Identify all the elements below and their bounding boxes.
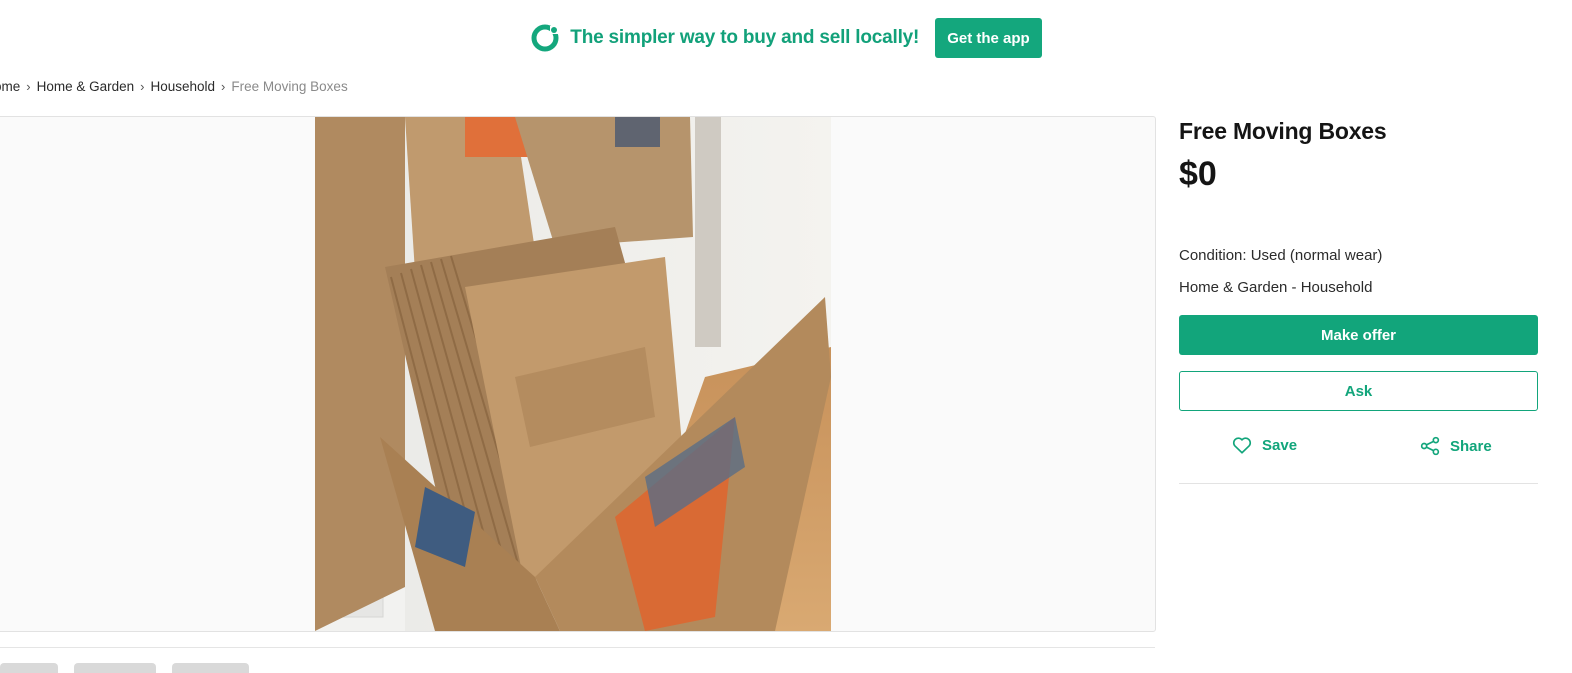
save-button[interactable]: Save	[1232, 436, 1297, 454]
breadcrumb-home[interactable]: ome	[0, 79, 20, 94]
heart-icon	[1232, 437, 1252, 454]
offerup-logo-icon	[531, 24, 559, 52]
listing-photo[interactable]	[315, 117, 831, 631]
app-promo-banner: The simpler way to buy and sell locally!…	[0, 18, 1572, 58]
share-icon	[1420, 436, 1440, 456]
breadcrumb: ome › Home & Garden › Household › Free M…	[0, 79, 348, 94]
thumbnail[interactable]	[0, 663, 58, 673]
promo-tagline: The simpler way to buy and sell locally!	[570, 27, 920, 48]
get-the-app-button[interactable]: Get the app	[935, 18, 1042, 58]
image-gallery[interactable]	[0, 116, 1156, 632]
share-label: Share	[1450, 437, 1492, 455]
breadcrumb-home-garden[interactable]: Home & Garden	[37, 79, 135, 94]
thumbnail-strip	[0, 663, 249, 673]
breadcrumb-separator: ›	[140, 79, 145, 94]
listing-category[interactable]: Home & Garden - Household	[1179, 279, 1372, 296]
listing-actions: Save Share	[1179, 432, 1538, 462]
breadcrumb-household[interactable]: Household	[151, 79, 216, 94]
gallery-divider	[0, 647, 1155, 648]
app-promo-content: The simpler way to buy and sell locally!…	[530, 18, 1042, 58]
make-offer-button[interactable]: Make offer	[1179, 315, 1538, 355]
thumbnail[interactable]	[172, 663, 249, 673]
breadcrumb-separator: ›	[26, 79, 31, 94]
listing-condition: Condition: Used (normal wear)	[1179, 247, 1383, 264]
breadcrumb-separator: ›	[221, 79, 226, 94]
listing-title: Free Moving Boxes	[1179, 118, 1387, 144]
save-label: Save	[1262, 436, 1298, 454]
ask-button[interactable]: Ask	[1179, 371, 1538, 411]
breadcrumb-current: Free Moving Boxes	[231, 79, 348, 94]
listing-price: $0	[1179, 155, 1217, 193]
thumbnail[interactable]	[74, 663, 156, 673]
share-button[interactable]: Share	[1420, 436, 1492, 456]
panel-divider	[1179, 483, 1538, 484]
listing-details-panel: Free Moving Boxes $0 Condition: Used (no…	[1179, 116, 1538, 484]
